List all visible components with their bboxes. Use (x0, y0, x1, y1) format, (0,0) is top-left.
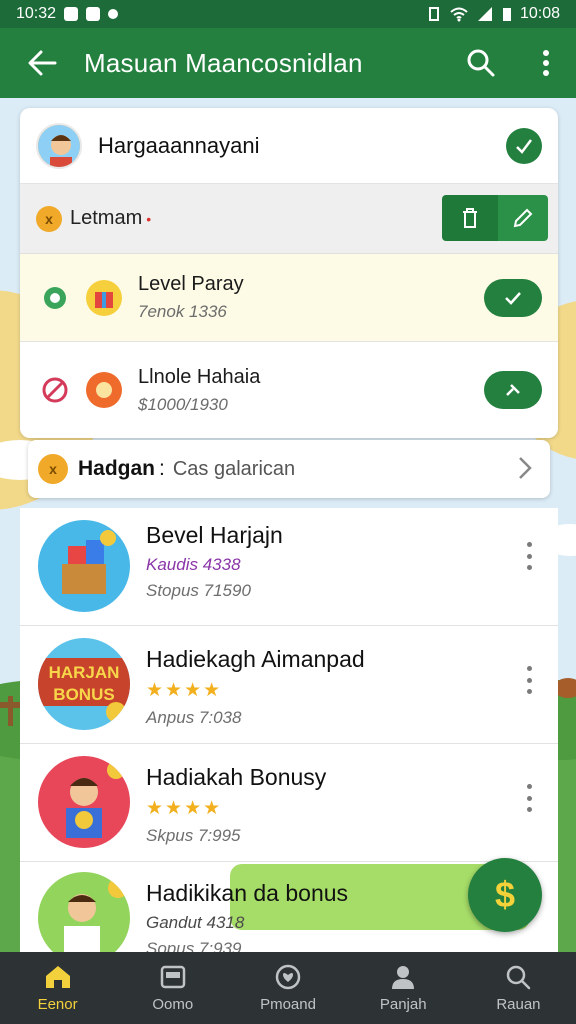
back-button[interactable] (0, 28, 84, 98)
category-selector[interactable]: x Hadgan : Cas galarican (28, 440, 550, 498)
verified-button[interactable] (506, 127, 542, 164)
search-icon (467, 49, 495, 77)
boy-avatar-icon (38, 124, 80, 167)
nav-item-rewards[interactable]: Pmoand (230, 952, 345, 1024)
app-bar: Masuan Maancosnidlan (0, 28, 576, 98)
pencil-icon (513, 208, 533, 228)
section-label: Letmam (70, 207, 143, 229)
section-header: x Letmam • (20, 184, 558, 254)
item-subtitle: 7enok 1336 (138, 302, 227, 321)
item-title: Level Paray (138, 273, 244, 295)
badge-icon (86, 372, 122, 408)
nav-item-profile[interactable]: Panjah (346, 952, 461, 1024)
more-vert-icon (543, 50, 549, 76)
coin-icon: x (36, 205, 62, 232)
list-item[interactable]: Bevel Harjajn Kaudis 4338 Stopus 71590 (20, 508, 558, 626)
claim-button[interactable] (484, 278, 542, 317)
heart-badge-icon (275, 964, 301, 989)
nav-label: Oomo (152, 995, 194, 1013)
rating-stars: ★★★★ (146, 798, 223, 819)
user-name: Hargaaannayani (98, 132, 260, 158)
search-icon (507, 965, 531, 989)
wifi-icon (450, 7, 468, 22)
item-more-button[interactable] (520, 666, 538, 694)
trash-button[interactable] (442, 195, 498, 241)
thumb-line2-text: BONUS (53, 685, 114, 704)
pin-icon (506, 384, 520, 396)
item-title: Bevel Harjajn (146, 522, 283, 548)
edit-check-icon (516, 138, 532, 154)
nav-item-cards[interactable]: Oomo (115, 952, 230, 1024)
status-time: 10:32 (16, 5, 57, 22)
dollar-icon: $ (494, 874, 516, 915)
battery-icon (502, 8, 511, 21)
boy-coins-thumbnail (38, 756, 130, 848)
notification-icon (64, 7, 79, 21)
item-more-button[interactable] (520, 784, 538, 812)
level-item[interactable]: Level Paray 7enok 1336 (20, 254, 558, 342)
status-bar: 10:32 10:08 (0, 0, 576, 28)
profile-card: Hargaaannayani x Letmam • Level Paray 7e… (20, 108, 558, 438)
unlock-button[interactable] (484, 371, 542, 409)
chevron-right-icon (519, 457, 532, 479)
dollar-fab-button[interactable]: $ (468, 858, 542, 932)
unlock-item[interactable]: Llnole Hahaia $1000/1930 (20, 342, 558, 438)
item-meta: Anpus 7:038 (146, 708, 242, 727)
home-icon (45, 965, 70, 988)
boy-coin-thumbnail (38, 872, 130, 952)
nav-label: Rauan (496, 995, 541, 1013)
list-item[interactable]: Hadiakah Bonusy ★★★★ Skpus 7:995 (20, 744, 558, 862)
category-label: Hadgan (78, 457, 156, 480)
check-icon (505, 291, 521, 305)
person-icon (392, 965, 415, 989)
bottom-navigation: Eenor Oomo Pmoand Panjah Rauan (0, 952, 576, 1024)
rating-stars: ★★★★ (146, 680, 223, 701)
nav-label: Eenor (37, 995, 78, 1013)
item-title: Hadiakah Bonusy (146, 764, 327, 790)
category-value: Cas galarican (172, 457, 296, 480)
vibrate-icon (428, 7, 439, 21)
user-row[interactable]: Hargaaannayani (20, 108, 558, 184)
gear-icon (40, 283, 70, 313)
gift-boxes-thumbnail (38, 520, 130, 612)
edit-button[interactable] (498, 195, 548, 241)
thumb-line1-text: HARJAN (49, 663, 120, 682)
page-title: Masuan Maancosnidlan (84, 47, 363, 78)
item-title: Hadiekagh Aimanpad (146, 646, 365, 672)
nav-item-home[interactable]: Eenor (0, 952, 115, 1024)
alert-dot-icon: • (146, 210, 152, 227)
card-icon (160, 965, 186, 988)
item-more-button[interactable] (520, 542, 538, 570)
more-options-button[interactable] (516, 28, 576, 98)
signal-icon (477, 7, 492, 21)
section-actions (442, 195, 548, 241)
trash-icon (463, 208, 477, 228)
item-meta: Skpus 7:995 (146, 826, 241, 845)
image-notification-icon (86, 7, 101, 21)
nav-label: Panjah (379, 995, 427, 1013)
item-subtitle: Kaudis 4338 (146, 555, 241, 574)
nav-label: Pmoand (260, 995, 316, 1013)
bonus-badge-thumbnail: HARJAN BONUS (38, 638, 130, 730)
status-right-time: 10:08 (519, 5, 560, 22)
item-meta: Sopus 7:939 (146, 939, 242, 952)
category-separator: : (159, 457, 165, 480)
item-title: Llnole Hahaia (138, 365, 261, 388)
gift-icon (86, 279, 122, 316)
avatar (36, 122, 82, 169)
list-item[interactable]: HARJAN BONUS Hadiekagh Aimanpad ★★★★ Anp… (20, 626, 558, 744)
item-subtitle: $1000/1930 (138, 394, 228, 414)
item-meta: Stopus 71590 (146, 581, 251, 600)
search-button[interactable] (446, 28, 516, 98)
no-entry-icon (40, 375, 70, 405)
record-dot-icon (108, 9, 119, 19)
item-title: Hadikikan da bonus (146, 880, 349, 906)
arrow-left-icon (28, 50, 57, 76)
coin-icon: x (38, 454, 68, 484)
item-subtitle: Gandut 4318 (146, 913, 245, 932)
nav-item-search[interactable]: Rauan (461, 952, 576, 1024)
